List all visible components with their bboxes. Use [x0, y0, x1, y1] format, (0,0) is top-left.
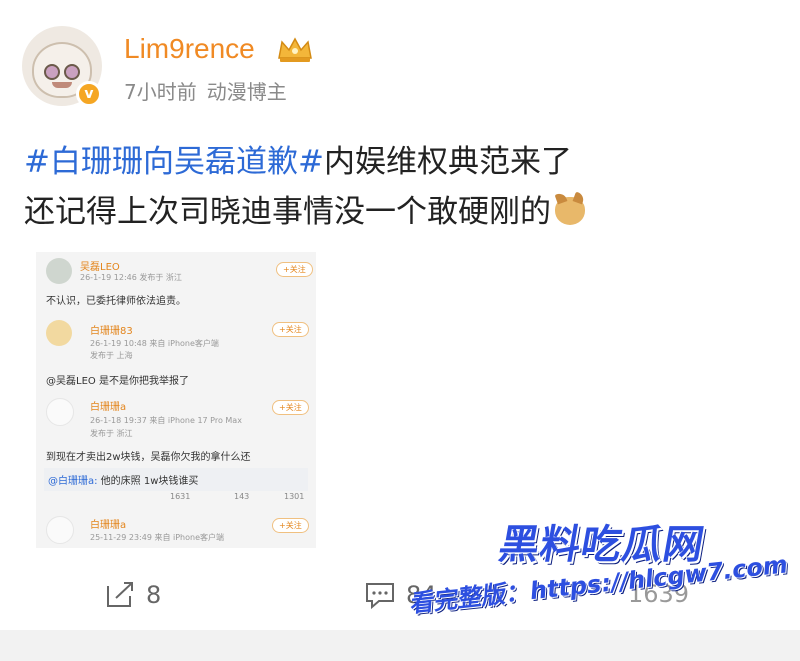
post-text: 内娱维权典范来了	[323, 144, 572, 180]
comment-username: 吴磊LEO	[80, 262, 120, 273]
comment-meta: 26-1-19 12:46 发布于 浙江	[80, 273, 182, 282]
comment-text: 不认识，已委托律师依法追责。	[46, 296, 186, 307]
comment-username: 白珊珊a	[90, 402, 127, 413]
comment-location: 发布于 上海	[90, 351, 133, 360]
avatar-eye	[44, 64, 60, 80]
post-meta: 7小时前 动漫博主	[124, 76, 297, 105]
verified-badge-icon: v	[76, 81, 102, 107]
comment-avatar	[46, 320, 72, 346]
reply-text: 他的床照 1w块钱谁买	[97, 476, 199, 487]
user-tag: 动漫博主	[206, 80, 287, 104]
crown-icon	[278, 37, 312, 62]
comment-icon	[366, 583, 394, 610]
username[interactable]: Lim9rence	[124, 33, 255, 65]
follow-button: +关注	[276, 262, 313, 277]
avatar-eye	[64, 64, 80, 80]
comment-text: @吴磊LEO 是不是你把我举报了	[46, 376, 189, 387]
share-count: 1631	[170, 492, 191, 501]
doge-emoji-icon	[555, 197, 585, 225]
follow-button: +关注	[272, 322, 309, 337]
comment-meta: 25-11-29 23:49 来自 iPhone客户端	[90, 533, 224, 542]
avatar-mouth	[52, 82, 72, 88]
comment-username: 白珊珊83	[90, 326, 133, 337]
follow-button: +关注	[272, 400, 309, 415]
repost-count: 8	[146, 581, 162, 609]
repost-button[interactable]: 8	[104, 580, 161, 610]
comment-avatar	[46, 258, 72, 284]
post-time: 7小时前	[124, 80, 197, 104]
reply-box: @白珊珊a: 他的床照 1w块钱谁买	[44, 468, 308, 491]
comment-username: 白珊珊a	[90, 520, 127, 531]
comment-avatar	[46, 516, 74, 544]
repost-icon	[107, 582, 133, 607]
post-text: 还记得上次司晓迪事情没一个敢硬刚的	[24, 194, 551, 230]
like-count: 1301	[284, 492, 305, 501]
comment-location: 发布于 浙江	[90, 429, 133, 438]
comment-count: 143	[234, 492, 250, 501]
topic-link[interactable]: #白珊珊向吴磊道歉#	[24, 144, 324, 180]
post-text-line-1: #白珊珊向吴磊道歉#内娱维权典范来了	[24, 136, 572, 181]
post-image[interactable]: 吴磊LEO 26-1-19 12:46 发布于 浙江 +关注 不认识，已委托律师…	[36, 252, 316, 548]
bottom-bar	[0, 630, 800, 661]
comment-meta: 26-1-18 19:37 来自 iPhone 17 Pro Max	[90, 416, 242, 425]
post-text-line-2: 还记得上次司晓迪事情没一个敢硬刚的	[24, 186, 585, 231]
comment-avatar	[46, 398, 74, 426]
follow-button: +关注	[272, 518, 309, 533]
comment-meta: 26-1-19 10:48 来自 iPhone客户端	[90, 339, 219, 348]
comment-text: 到现在才卖出2w块钱，吴磊你欠我的拿什么还	[46, 452, 251, 463]
reply-mention: @白珊珊a:	[48, 476, 98, 487]
